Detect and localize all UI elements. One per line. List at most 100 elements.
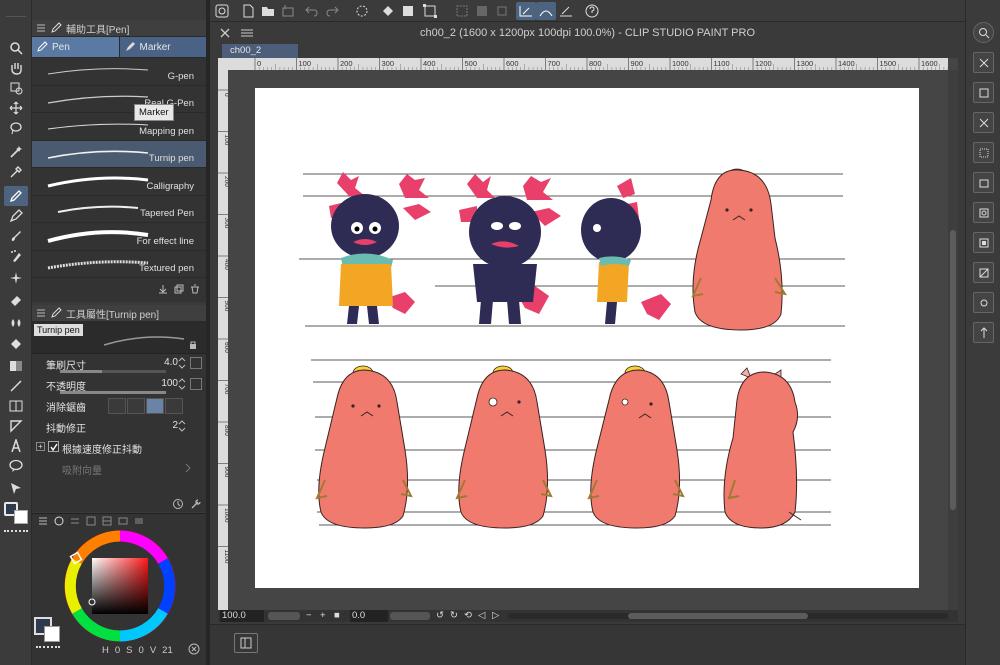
rotation-field[interactable]: 0.0 (350, 610, 388, 622)
brush-item[interactable]: Mapping pen (32, 113, 206, 141)
stabilization-row[interactable]: 抖動修正 2 (32, 417, 206, 438)
brush-size-slider[interactable] (60, 370, 166, 373)
transparent-color-swatch[interactable] (4, 530, 28, 536)
download-icon[interactable] (158, 284, 168, 294)
blend-tool[interactable] (4, 312, 28, 332)
anti-alias-medium[interactable] (146, 398, 164, 414)
snap-to-ruler-button[interactable] (516, 2, 536, 20)
auto-action-button[interactable] (973, 292, 994, 313)
layer-property-button[interactable] (973, 172, 994, 193)
layer-button[interactable] (973, 232, 994, 253)
brush-item[interactable]: Textured pen (32, 250, 206, 278)
zoom-field[interactable]: 100.0 (220, 610, 264, 622)
navigator-button[interactable] (973, 52, 994, 73)
move-tool[interactable] (4, 98, 28, 118)
document-tab[interactable]: ch00_2 (222, 44, 298, 58)
zoom-slider[interactable] (268, 612, 300, 620)
fill-button[interactable] (378, 2, 398, 20)
color-wheel-tab-icon[interactable] (54, 516, 64, 526)
hand-tool[interactable] (4, 58, 28, 78)
speed-stabilize-row[interactable]: + 根據速度修正抖動 (32, 438, 206, 459)
clear-button[interactable] (398, 2, 418, 20)
rotate-right-icon[interactable]: ↻ (450, 610, 458, 621)
vertical-scroll-thumb[interactable] (950, 230, 956, 510)
trash-icon[interactable] (190, 284, 200, 294)
zoom-reset-icon[interactable]: ■ (334, 610, 340, 621)
sub-view-button[interactable] (973, 82, 994, 103)
airbrush-tool[interactable] (4, 246, 28, 266)
opacity-pressure-button[interactable] (190, 378, 202, 390)
snap-to-grid-button[interactable] (556, 2, 576, 20)
brush-item[interactable]: For effect line (32, 223, 206, 251)
lasso-tool[interactable] (4, 118, 28, 138)
brush-item[interactable]: Tapered Pen (32, 195, 206, 223)
rotate-tool[interactable] (4, 78, 28, 98)
horizontal-scrollbar[interactable] (508, 613, 948, 619)
decoration-tool[interactable] (4, 268, 28, 288)
brush-tool[interactable] (4, 226, 28, 246)
loading-button[interactable] (352, 2, 372, 20)
opacity-row[interactable]: 不透明度 100 (32, 375, 206, 396)
rotation-slider[interactable] (390, 612, 430, 620)
color-slider-tab-icon[interactable] (70, 516, 80, 526)
transform-button[interactable] (420, 2, 440, 20)
zoom-in-icon[interactable]: + (320, 610, 326, 621)
duplicate-icon[interactable] (174, 284, 184, 294)
ruler-tool[interactable] (4, 416, 28, 436)
invert-selection-button[interactable] (472, 2, 492, 20)
rotate-left-icon[interactable]: ↺ (436, 610, 444, 621)
clip-studio-button[interactable] (212, 2, 232, 20)
spinner-icon[interactable] (178, 378, 186, 390)
spinner-icon[interactable] (178, 357, 186, 369)
spinner-icon[interactable] (178, 420, 186, 432)
lock-icon[interactable] (188, 340, 198, 350)
brush-size-value[interactable]: 4.0 (164, 357, 178, 368)
tab-pen[interactable]: Pen (32, 37, 119, 57)
pressure-button[interactable] (190, 357, 202, 369)
intermediate-color-tab-icon[interactable] (102, 516, 112, 526)
layout-toggle-button[interactable] (234, 633, 258, 653)
zoom-out-icon[interactable]: − (306, 610, 312, 621)
color-set-tab-icon[interactable] (86, 516, 96, 526)
zoom-tool[interactable] (4, 38, 28, 58)
layer-search-button[interactable] (973, 202, 994, 223)
deselect-button[interactable] (452, 2, 472, 20)
chevron-right-icon[interactable] (184, 463, 192, 473)
approximate-color-tab-icon[interactable] (118, 516, 128, 526)
brush-item[interactable]: Turnip pen (32, 140, 206, 168)
menu-icon[interactable] (36, 23, 46, 33)
balloon-tool[interactable] (4, 456, 28, 476)
speed-stabilize-checkbox[interactable] (48, 441, 59, 452)
magic-wand-tool[interactable] (4, 142, 28, 162)
anti-alias-weak[interactable] (127, 398, 145, 414)
wrench-icon[interactable] (172, 498, 184, 510)
eraser-tool[interactable] (4, 290, 28, 310)
new-button[interactable] (238, 2, 258, 20)
anti-alias-strong[interactable] (165, 398, 183, 414)
color-panel-transparent-swatch[interactable] (36, 646, 60, 652)
settings-icon[interactable] (190, 498, 202, 510)
history-button[interactable] (973, 262, 994, 283)
pencil-tool[interactable] (4, 206, 28, 226)
undo-button[interactable] (302, 2, 322, 20)
opacity-slider[interactable] (60, 391, 166, 394)
tab-marker[interactable]: Marker (118, 37, 206, 57)
text-tool[interactable] (4, 436, 28, 456)
redo-button[interactable] (322, 2, 342, 20)
anti-alias-none[interactable] (108, 398, 126, 414)
sub-color-swatch[interactable] (14, 510, 28, 524)
color-history-tab-icon[interactable] (134, 516, 144, 526)
brush-item[interactable]: Real G-Pen (32, 85, 206, 113)
correct-line-tool[interactable] (4, 478, 28, 498)
help-button[interactable] (582, 2, 602, 20)
item-bank-button[interactable] (973, 112, 994, 133)
canvas-paper[interactable] (255, 88, 919, 588)
expand-toggle[interactable]: + (36, 442, 45, 451)
tool-column-grip[interactable] (6, 3, 26, 17)
open-button[interactable] (258, 2, 278, 20)
flip-horizontal-icon[interactable]: ◁ (478, 610, 485, 621)
save-button[interactable] (278, 2, 298, 20)
expand-selection-button[interactable] (492, 2, 512, 20)
brush-size-row[interactable]: 筆刷尺寸 4.0 (32, 354, 206, 375)
material-button[interactable] (973, 142, 994, 163)
